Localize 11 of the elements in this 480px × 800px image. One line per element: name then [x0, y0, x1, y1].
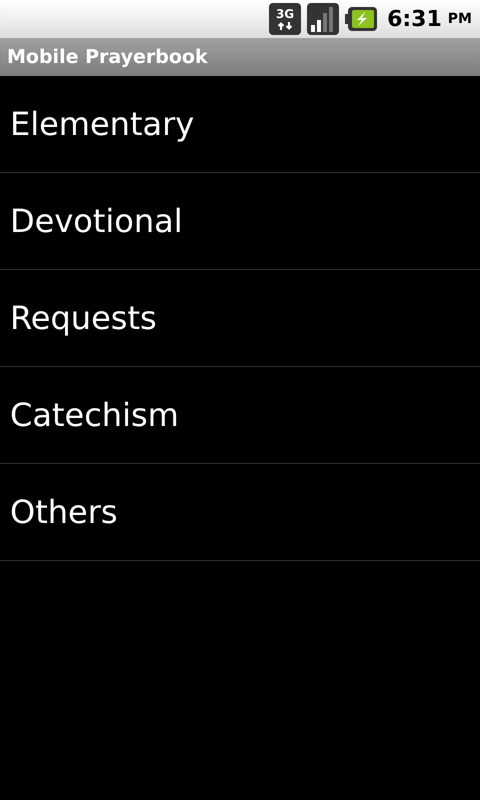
clock-period: PM: [448, 11, 472, 27]
menu-item[interactable]: Requests: [0, 270, 480, 367]
battery-icon: [345, 6, 378, 32]
menu-item[interactable]: Others: [0, 464, 480, 561]
menu-item[interactable]: Elementary: [0, 76, 480, 173]
clock-time: 6:31: [387, 6, 442, 32]
app-title: Mobile Prayerbook: [7, 46, 208, 68]
signal-icon: [307, 3, 340, 35]
menu-item[interactable]: Catechism: [0, 367, 480, 464]
network-icon: 3G: [269, 3, 302, 35]
menu-item[interactable]: Devotional: [0, 173, 480, 270]
